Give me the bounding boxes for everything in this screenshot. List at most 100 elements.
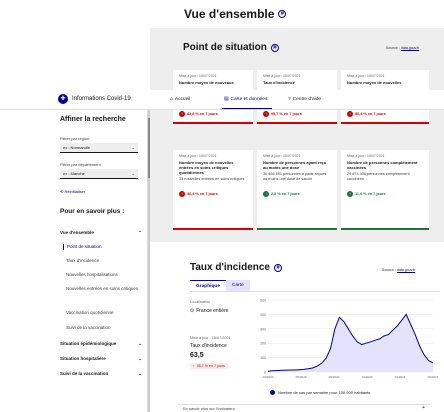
sidebar-item-soins-critiques[interactable]: Nouvelles entrées en soins critiques: [66, 286, 142, 292]
sidebar-item-taux-incidence[interactable]: Taux d'incidence: [66, 258, 99, 264]
source-label: Source :: [382, 268, 397, 272]
nav-label: Centre d'aide: [292, 97, 322, 102]
page-title: Vue d'ensemble #: [184, 7, 287, 21]
dept-label: Filtrer par département: [60, 162, 101, 167]
brand[interactable]: ✚ Informations Covid-19: [58, 94, 131, 104]
situation-source: Source : data.gouv.fr: [386, 46, 419, 50]
sidebar-item-nouvelles-hospitalisations[interactable]: Nouvelles hospitalisations: [66, 272, 118, 278]
source-link[interactable]: data.gouv.fr: [401, 46, 419, 50]
trend-up-icon: ↑: [179, 191, 185, 197]
chevron-down-icon: ⌄: [138, 356, 142, 361]
refine-heading: Affiner la recherche: [60, 116, 126, 123]
card-title: Nombre moyen de nouvelles: [347, 80, 402, 85]
trend-up-icon: ↑: [263, 111, 269, 117]
sidebar-section-situation-hosp[interactable]: Situation hospitalière ⌄: [60, 356, 142, 362]
page-title-text: Vue d'ensemble: [184, 7, 275, 21]
card-first-dose: Mise à jour : 15/07/2021 Nombre de perso…: [257, 150, 337, 230]
badge-text: 2,8 % en 7 jours: [271, 192, 300, 196]
card-title: Taux d'incidence: [263, 80, 295, 85]
x-tick-label: 12/2020: [362, 375, 373, 379]
card-badge: ↑ 95,7 % en 7 jours: [263, 111, 302, 117]
card-desc: 29 674 408 personnes complètement vaccin…: [347, 172, 410, 181]
sidebar-item-suivi-vaccination-sub[interactable]: Suivi de la vaccination: [66, 325, 111, 331]
card-desc: 33 nouvelles entrées en soins critiques: [179, 177, 245, 181]
y-tick-label: 400: [260, 313, 266, 317]
card-critical-care: Mise à jour : 15/07/2021 Nombre moyen de…: [173, 150, 253, 230]
card-title: Nombre moyen de nouvelles entrées en soi…: [179, 160, 234, 175]
metric-value: 63,5: [190, 352, 204, 359]
sidebar-section-suivi-vaccination[interactable]: Suivi de la vaccination ⌄: [60, 371, 142, 377]
location-label: Localisation: [190, 300, 211, 304]
x-tick-label: 03/2021: [395, 375, 406, 379]
card-date: Mise à jour : 15/07/2021: [263, 154, 301, 158]
reset-icon: ⟲: [60, 189, 64, 194]
sidebar-item-vaccination-quotidienne[interactable]: Vaccination quotidienne: [66, 310, 113, 316]
card-badge: ↑ 2,8 % en 7 jours: [263, 191, 300, 197]
card-title: Nombre moyen de nouveaux: [179, 80, 234, 85]
badge-text: 82,8 % en 7 jours: [187, 112, 218, 116]
location-pin-icon: ⊙: [190, 308, 195, 314]
incidence-title: Taux d'incidence #: [190, 262, 282, 273]
sidebar-item-point-situation[interactable]: Point de situation: [63, 244, 102, 250]
trend-up-icon: ↑: [193, 364, 195, 368]
card-fully-vaccinated: Mise à jour : 15/07/2021 Nombre de perso…: [341, 150, 429, 230]
region-select-value: ex : Normandie: [63, 145, 91, 150]
sidebar-section-vue-ensemble[interactable]: Vue d'ensemble ⌃: [60, 230, 142, 236]
region-label: Filtrer par région: [60, 136, 90, 141]
source-link[interactable]: data.gouv.fr: [397, 268, 415, 272]
reset-button[interactable]: ⟲ Réinitialiser: [60, 189, 85, 194]
dept-select[interactable]: ex : Manche ⌄: [60, 169, 138, 179]
chevron-up-icon: ⌃: [138, 230, 142, 235]
y-tick-label: 100: [260, 356, 266, 360]
x-tick-label: 03/2020: [263, 375, 274, 379]
card-badge: ↑ 82,8 % en 7 jours: [179, 111, 218, 117]
card-date: Mise à jour : 15/07/2021: [347, 154, 385, 158]
chevron-down-icon: ⌄: [138, 371, 142, 376]
location-text: France entière: [196, 308, 229, 314]
legend-text: Nombre de cas par semaine pour 100 000 h…: [278, 390, 371, 395]
home-icon: ⌂: [170, 97, 173, 102]
nav-item-carte-donnees[interactable]: ▤ Carte et données: [224, 97, 267, 102]
anchor-link-icon[interactable]: #: [274, 263, 282, 272]
nav-label: Accueil: [174, 97, 191, 102]
badge-text: 11,0 % en 7 jours: [355, 192, 386, 196]
section-label: Situation hospitalière: [60, 356, 106, 361]
card-title: Nombre de personnes complètement vacciné…: [347, 160, 418, 170]
incidence-chart: 500 400 300 200 100 0 03/2020 06/2020 09/2020 12…: [260, 299, 438, 380]
trend-up-icon: ↑: [347, 111, 353, 117]
nav-item-accueil[interactable]: ⌂ Accueil: [170, 97, 190, 102]
region-select[interactable]: ex : Normandie ⌄: [60, 143, 138, 153]
bottom-divider: [178, 404, 430, 405]
more-info-label: En savoir plus sur l'indicateur: [183, 406, 235, 411]
card-date: Mise à jour : 15/07/2021: [179, 154, 217, 158]
covid-logo-icon: ✚: [58, 94, 68, 104]
brand-name: Informations Covid-19: [72, 96, 131, 102]
nav-item-centre-aide[interactable]: ? Centre d'aide: [288, 97, 321, 102]
more-heading: Pour en savoir plus :: [60, 208, 125, 215]
incidence-date: Mise à jour : 15/07/2021: [190, 336, 231, 340]
more-info-accordion[interactable]: En savoir plus sur l'indicateur: [183, 406, 235, 411]
situation-title: Point de situation #: [183, 42, 279, 53]
badge-text: 56,4 % en 7 jours: [355, 112, 386, 116]
nav-active-indicator: [222, 108, 272, 109]
card-badge: ↑ 56,4 % en 7 jours: [347, 111, 386, 117]
x-tick-label: 06/2021: [428, 375, 438, 379]
metric-trend-pill: ↑ 95,7 % en 7 jours: [190, 363, 228, 369]
chevron-down-icon: ⌄: [138, 341, 142, 346]
pill-text: 95,7 % en 7 jours: [196, 364, 225, 368]
source-label: Source :: [386, 46, 401, 50]
reset-label: Réinitialiser: [64, 189, 86, 194]
trend-up-icon: ↑: [263, 191, 269, 197]
plus-icon[interactable]: +: [422, 405, 425, 411]
sidebar-scroll-thumb[interactable]: [148, 118, 150, 178]
location-value: ⊙ France entière: [190, 308, 228, 314]
incidence-source: Source : data.gouv.fr: [382, 268, 415, 272]
help-icon: ?: [288, 97, 291, 102]
trend-up-icon: ↑: [347, 191, 353, 197]
sidebar-section-situation-epidemio[interactable]: Situation épidémiologique ⌄: [60, 341, 142, 347]
chart-icon: ▤: [224, 97, 229, 102]
metric-label: Taux d'incidence: [190, 343, 227, 349]
anchor-link-icon[interactable]: #: [270, 43, 279, 52]
anchor-link-icon[interactable]: #: [278, 10, 287, 18]
y-tick-label: 0: [264, 371, 266, 375]
